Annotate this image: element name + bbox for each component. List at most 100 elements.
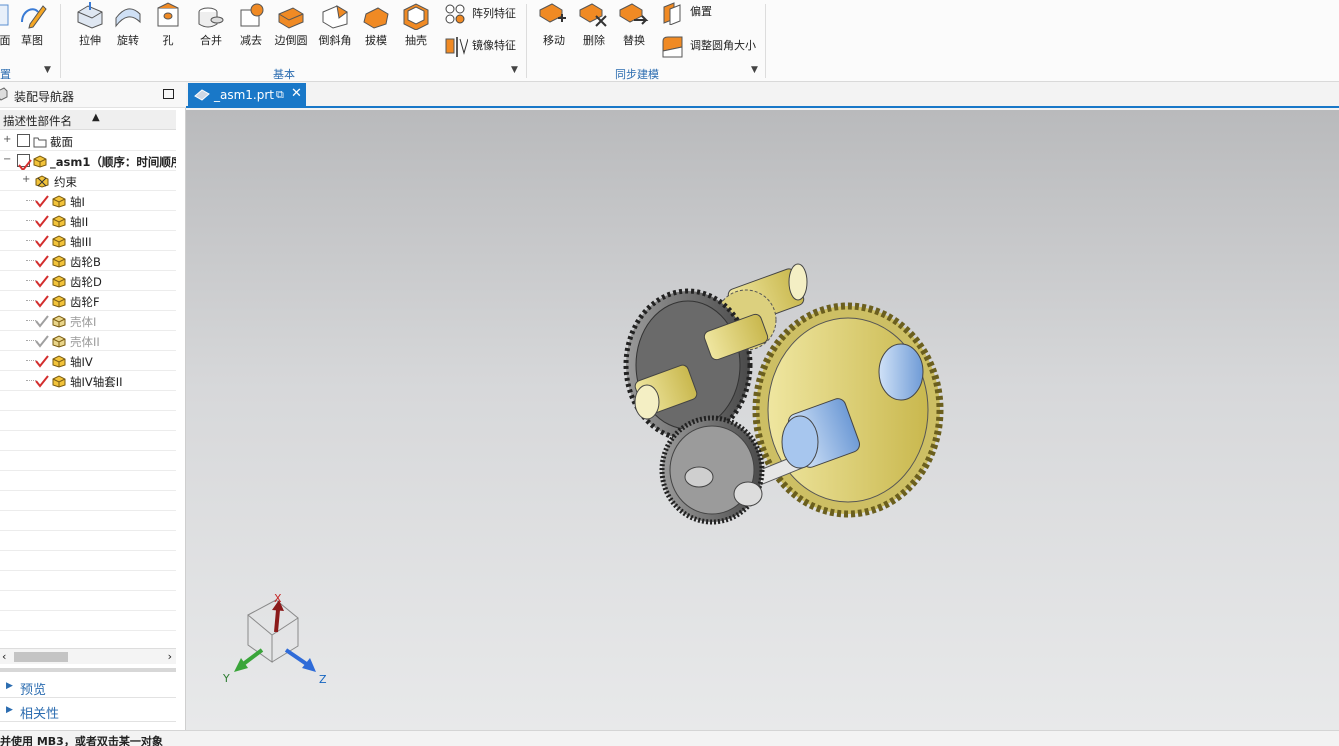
component-icon xyxy=(52,295,66,308)
collapse-minus-icon[interactable]: − xyxy=(3,154,11,165)
basic-group-expand-icon[interactable]: ▼ xyxy=(511,65,518,75)
ribbon-button-label: 拉伸 xyxy=(79,34,101,47)
offset-face-button[interactable]: 偏置 xyxy=(660,0,750,25)
expand-triangle-icon: ▶ xyxy=(6,705,13,715)
checkmark-icon[interactable] xyxy=(35,274,49,288)
axis-x-label: X xyxy=(274,592,282,605)
tree-row[interactable]: 壳体I xyxy=(0,311,176,331)
empty-tree-row xyxy=(0,471,176,491)
empty-tree-row xyxy=(0,571,176,591)
tree-row[interactable]: − _asm1（顺序：时间顺序） xyxy=(0,151,176,171)
scroll-right-icon[interactable]: › xyxy=(168,650,172,663)
tree-row[interactable]: + 约束 xyxy=(0,171,176,191)
tree-row-label: 齿轮B xyxy=(70,255,101,269)
tree-row[interactable]: 轴III xyxy=(0,231,176,251)
dark-gear-small[interactable] xyxy=(659,415,765,525)
checkmark-icon[interactable] xyxy=(35,334,49,348)
ribbon-button-shell[interactable]: 抽壳 xyxy=(396,0,436,50)
component-icon xyxy=(52,235,66,248)
ribbon-button-extrude[interactable]: 拉伸 xyxy=(70,0,110,50)
component-icon xyxy=(33,155,47,168)
ribbon-button-delete-face[interactable]: 删除 xyxy=(574,0,614,50)
sketch-button[interactable]: 草图 xyxy=(12,0,52,50)
checkmark-icon[interactable] xyxy=(35,194,49,208)
graphics-viewport[interactable]: X Y Z xyxy=(186,110,1339,730)
maximize-icon[interactable] xyxy=(163,89,174,99)
component-icon xyxy=(52,355,66,368)
empty-tree-row xyxy=(0,611,176,631)
axis-triad[interactable]: X Y Z xyxy=(222,592,327,686)
expand-plus-icon[interactable]: + xyxy=(22,174,30,185)
sync-group-expand-icon[interactable]: ▼ xyxy=(751,65,758,75)
visibility-checkbox[interactable] xyxy=(17,134,30,147)
close-tab-icon[interactable]: ✕ xyxy=(291,86,302,101)
ribbon-button-edge-blend[interactable]: 边倒圆 xyxy=(271,0,311,50)
tree-row-label: 轴IV xyxy=(70,355,93,369)
checkmark-icon[interactable] xyxy=(35,234,49,248)
resize-blend-label: 调整圆角大小 xyxy=(690,39,756,52)
empty-tree-row xyxy=(0,551,176,571)
mirror-feature-button[interactable]: 镜像特征 xyxy=(442,33,526,59)
status-bar: 并使用 MB3，或者双击某一对象 xyxy=(0,730,1339,746)
ribbon-button-subtract[interactable]: 减去 xyxy=(231,0,271,50)
dependency-panel-header[interactable]: ▶ 相关性 xyxy=(0,700,176,722)
ribbon-button-label: 替换 xyxy=(623,34,645,47)
horizontal-scrollbar[interactable]: ‹ › xyxy=(0,648,176,664)
dependency-panel-label: 相关性 xyxy=(20,707,60,722)
gear-assembly-model[interactable]: X Y Z xyxy=(186,110,1339,730)
tree-row[interactable]: 齿轮B xyxy=(0,251,176,271)
ribbon-button-unite[interactable]: 合并 xyxy=(191,0,231,50)
ribbon-button-move-face[interactable]: 移动 xyxy=(534,0,574,50)
face-icon xyxy=(0,4,9,26)
tree-row[interactable]: 齿轮F xyxy=(0,291,176,311)
checkmark-icon[interactable] xyxy=(35,294,49,308)
checkmark-icon[interactable] xyxy=(35,374,49,388)
empty-tree-row xyxy=(0,591,176,611)
component-icon xyxy=(52,315,66,328)
ribbon-button-replace-face[interactable]: 替换 xyxy=(614,0,654,50)
status-text: 并使用 MB3，或者双击某一对象 xyxy=(0,735,163,746)
axis-z-label: Z xyxy=(319,673,327,686)
ribbon-button-draft[interactable]: 拔模 xyxy=(356,0,396,50)
resize-blend-button[interactable]: 调整圆角大小 xyxy=(660,33,760,59)
empty-tree-row xyxy=(0,431,176,451)
ribbon-button-chamfer[interactable]: 倒斜角 xyxy=(315,0,355,50)
tree-row[interactable]: 轴IV轴套II xyxy=(0,371,176,391)
ribbon-button-revolve[interactable]: 旋转 xyxy=(108,0,148,50)
empty-tree-row xyxy=(0,451,176,471)
blue-hub-back[interactable] xyxy=(878,343,924,401)
checkmark-icon[interactable] xyxy=(35,214,49,228)
tree-row[interactable]: 壳体II xyxy=(0,331,176,351)
sort-ascending-icon[interactable]: ▲ xyxy=(92,112,100,123)
tree-row-label: 轴IV轴套II xyxy=(70,375,123,389)
popout-icon[interactable]: ⧉ xyxy=(276,88,284,102)
expand-plus-icon[interactable]: + xyxy=(3,134,11,145)
tree-row-label: 截面 xyxy=(50,135,73,149)
checkmark-icon[interactable] xyxy=(35,314,49,328)
document-tab-strip: _asm1.prt ⧉ ✕ xyxy=(186,82,1339,108)
checkmark-icon[interactable] xyxy=(35,254,49,268)
tree-row[interactable]: 轴I xyxy=(0,191,176,211)
tree-row-label: 轴I xyxy=(70,195,85,209)
tree-row[interactable]: 齿轮D xyxy=(0,271,176,291)
checkmark-icon[interactable] xyxy=(18,158,32,171)
ribbon-button-label: 减去 xyxy=(240,34,262,47)
tree-row-label: 齿轮D xyxy=(70,275,102,289)
tree-row[interactable]: + 截面 xyxy=(0,131,176,151)
scroll-left-icon[interactable]: ‹ xyxy=(2,650,6,663)
pattern-feature-button[interactable]: 阵列特征 xyxy=(442,1,526,27)
panel-divider[interactable] xyxy=(0,668,176,672)
tree-row[interactable]: 轴II xyxy=(0,211,176,231)
move-face-icon xyxy=(539,3,566,23)
scroll-thumb[interactable] xyxy=(14,652,68,662)
empty-tree-row xyxy=(0,391,176,411)
column-header[interactable]: 描述性部件名 ▲ xyxy=(0,110,176,130)
preview-panel-header[interactable]: ▶ 预览 xyxy=(0,676,176,698)
checkmark-icon[interactable] xyxy=(35,354,49,368)
document-tab[interactable]: _asm1.prt ⧉ ✕ xyxy=(188,83,306,108)
group-expand-icon[interactable]: ▼ xyxy=(44,65,51,75)
ribbon-button-label: 移动 xyxy=(543,34,565,47)
tree-row[interactable]: 轴IV xyxy=(0,351,176,371)
visibility-checkbox[interactable] xyxy=(17,154,32,170)
ribbon-button-hole[interactable]: 孔 xyxy=(148,0,188,50)
